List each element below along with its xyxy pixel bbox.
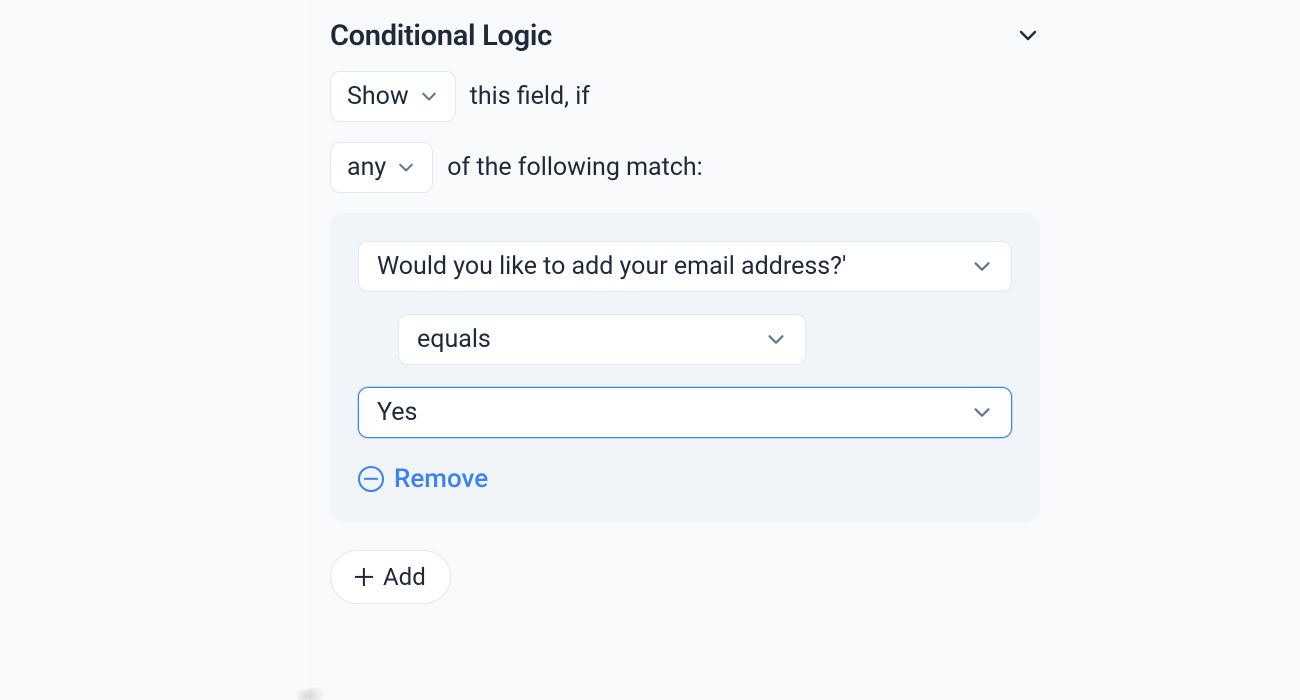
decorative-smudge — [297, 686, 328, 700]
rule-operator-select[interactable]: equals — [398, 314, 806, 365]
panel-title: Conditional Logic — [330, 19, 552, 53]
match-mode-select[interactable]: any — [330, 142, 433, 193]
panel-left-divider — [310, 0, 311, 700]
plus-icon — [355, 568, 373, 586]
action-select[interactable]: Show — [330, 71, 456, 122]
chevron-down-icon — [396, 158, 416, 178]
panel-collapse-icon[interactable] — [1016, 24, 1040, 48]
chevron-down-icon — [971, 256, 993, 278]
match-mode-value: any — [347, 155, 386, 180]
rule-value-value: Yes — [377, 400, 417, 425]
remove-label: Remove — [394, 464, 488, 494]
action-select-value: Show — [347, 84, 409, 109]
chevron-down-icon — [971, 402, 993, 424]
add-row: Add — [330, 522, 1040, 604]
panel-header[interactable]: Conditional Logic — [330, 15, 1040, 71]
action-suffix-text: this field, if — [470, 82, 590, 111]
match-sentence-row: any of the following match: — [330, 142, 1040, 193]
rule-value-row: Yes — [358, 387, 1012, 438]
minus-circle-icon — [358, 466, 384, 492]
rule-field-select[interactable]: Would you like to add your email address… — [358, 241, 1012, 292]
rule-value-select[interactable]: Yes — [358, 387, 1012, 438]
chevron-down-icon — [765, 329, 787, 351]
rule-operator-value: equals — [417, 327, 491, 352]
conditional-logic-panel: Conditional Logic Show this field, if an… — [330, 15, 1040, 604]
match-suffix-text: of the following match: — [447, 153, 702, 182]
action-sentence-row: Show this field, if — [330, 71, 1040, 122]
rule-operator-row: equals — [358, 314, 1012, 365]
add-label: Add — [383, 565, 426, 589]
remove-rule-button[interactable]: Remove — [358, 464, 488, 494]
rule-card: Would you like to add your email address… — [330, 213, 1040, 522]
chevron-down-icon — [419, 87, 439, 107]
add-rule-button[interactable]: Add — [330, 550, 451, 604]
rule-field-row: Would you like to add your email address… — [358, 241, 1012, 292]
rule-field-value: Would you like to add your email address… — [377, 254, 846, 279]
rule-remove-row: Remove — [358, 464, 1012, 494]
